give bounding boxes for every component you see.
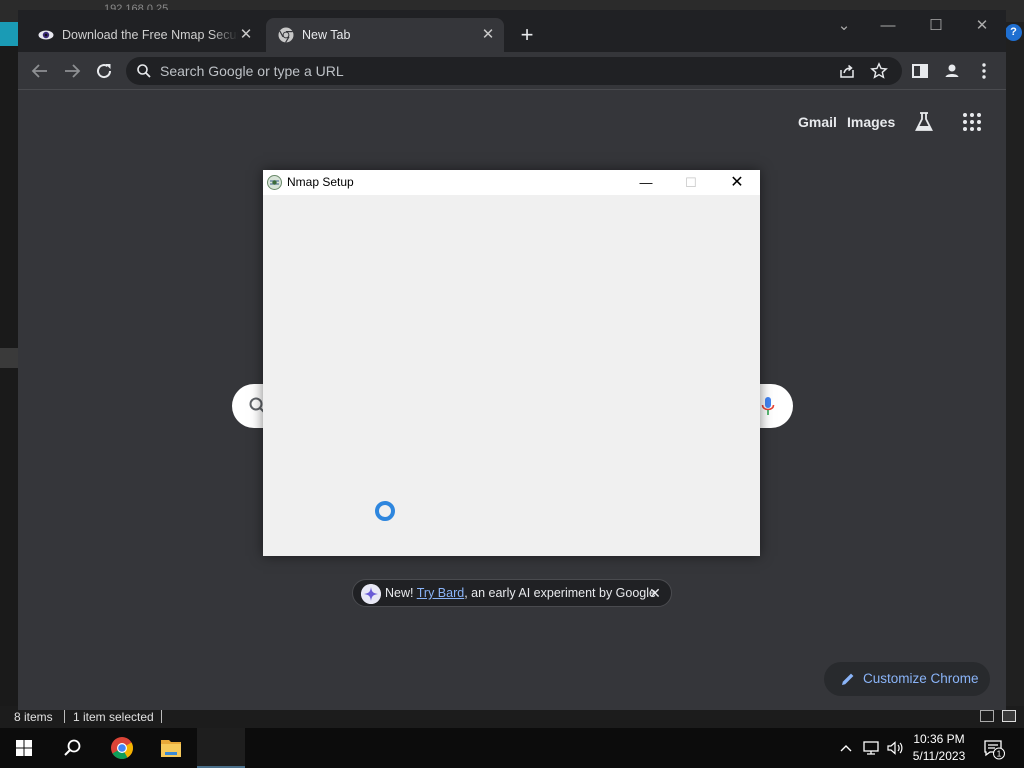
images-link[interactable]: Images bbox=[847, 114, 895, 130]
active-taskbar-app[interactable] bbox=[197, 728, 245, 768]
loading-spinner-icon bbox=[375, 501, 395, 521]
tiles-view-icon[interactable] bbox=[1002, 710, 1016, 722]
address-bar[interactable] bbox=[126, 57, 902, 85]
microphone-icon[interactable] bbox=[761, 395, 775, 417]
status-divider bbox=[161, 710, 162, 723]
help-icon[interactable]: ? bbox=[1005, 24, 1022, 41]
tab-title: Download the Free Nmap Security Scanner bbox=[62, 28, 238, 42]
close-window-button[interactable]: ✕ bbox=[962, 14, 1002, 38]
bard-suffix: , an early AI experiment by Google bbox=[464, 586, 656, 600]
tab-search-button[interactable]: ⌄ bbox=[824, 14, 864, 38]
tab-nmap-download[interactable]: Download the Free Nmap Security Scanner … bbox=[26, 18, 262, 52]
customize-chrome-label: Customize Chrome bbox=[863, 671, 979, 686]
chrome-taskbar-icon[interactable] bbox=[98, 728, 146, 768]
notification-center-icon[interactable]: 1 bbox=[982, 738, 1006, 760]
dialog-close-button[interactable]: ✕ bbox=[714, 170, 760, 195]
bookmark-star-icon[interactable] bbox=[870, 62, 888, 80]
dialog-maximize-button: ☐ bbox=[685, 175, 697, 190]
bard-promo-chip: New! Try Bard, an early AI experiment by… bbox=[352, 579, 672, 607]
tab-close-icon[interactable]: ✕ bbox=[480, 27, 496, 43]
pencil-icon bbox=[842, 673, 854, 685]
explorer-nav-pane[interactable] bbox=[0, 22, 18, 728]
customize-chrome-button[interactable]: Customize Chrome bbox=[824, 662, 990, 696]
volume-icon[interactable] bbox=[886, 740, 904, 756]
reload-icon[interactable] bbox=[92, 59, 116, 83]
explorer-nav-item[interactable] bbox=[0, 348, 18, 368]
status-divider bbox=[64, 710, 65, 723]
clock-time[interactable]: 10:36 PM bbox=[910, 732, 968, 746]
kebab-menu-icon[interactable] bbox=[972, 59, 996, 83]
profile-icon[interactable] bbox=[940, 59, 964, 83]
browser-toolbar bbox=[18, 52, 1006, 90]
side-panel-icon[interactable] bbox=[908, 59, 932, 83]
labs-flask-icon[interactable] bbox=[912, 110, 936, 134]
clock-date[interactable]: 5/11/2023 bbox=[910, 749, 968, 763]
nmap-eye-icon bbox=[38, 30, 54, 40]
chevron-up-icon[interactable] bbox=[838, 740, 854, 756]
bard-sparkle-icon bbox=[361, 584, 381, 604]
file-explorer-taskbar-icon[interactable] bbox=[147, 728, 195, 768]
bard-prefix: New! bbox=[385, 586, 417, 600]
tab-new-tab[interactable]: New Tab ✕ bbox=[266, 18, 504, 52]
status-selection: 1 item selected bbox=[73, 710, 154, 724]
forward-arrow-icon[interactable] bbox=[60, 59, 84, 83]
maximize-button[interactable]: ☐ bbox=[916, 14, 956, 38]
back-arrow-icon[interactable] bbox=[28, 59, 52, 83]
taskbar-search-icon[interactable] bbox=[48, 728, 96, 768]
tab-title: New Tab bbox=[302, 28, 351, 42]
status-item-count: 8 items bbox=[14, 710, 53, 724]
address-input[interactable] bbox=[160, 57, 800, 85]
tab-strip: Download the Free Nmap Security Scanner … bbox=[18, 10, 1006, 52]
chrome-logo-icon bbox=[278, 27, 294, 43]
notification-count: 1 bbox=[997, 749, 1002, 759]
bard-promo-text: New! Try Bard, an early AI experiment by… bbox=[385, 586, 656, 600]
try-bard-link[interactable]: Try Bard bbox=[417, 586, 464, 600]
dialog-titlebar[interactable]: Nmap Setup — ☐ ✕ bbox=[263, 170, 760, 195]
windows-taskbar: 10:36 PM 5/11/2023 1 bbox=[0, 728, 1024, 768]
minimize-button[interactable]: — bbox=[868, 14, 908, 38]
share-icon[interactable] bbox=[838, 62, 856, 80]
search-icon bbox=[137, 64, 151, 78]
google-apps-icon[interactable] bbox=[960, 110, 984, 134]
nmap-setup-dialog: Nmap Setup — ☐ ✕ bbox=[263, 170, 760, 556]
details-view-icon[interactable] bbox=[980, 710, 994, 722]
gmail-link[interactable]: Gmail bbox=[798, 114, 837, 130]
windows-start-icon[interactable] bbox=[0, 728, 48, 768]
dialog-minimize-button[interactable]: — bbox=[623, 170, 669, 195]
tab-close-icon[interactable]: ✕ bbox=[238, 27, 254, 43]
close-icon[interactable]: ✕ bbox=[647, 585, 663, 601]
explorer-nav-selected[interactable] bbox=[0, 22, 18, 46]
nmap-installer-icon bbox=[267, 175, 282, 190]
network-icon[interactable] bbox=[862, 740, 880, 756]
new-tab-button[interactable]: + bbox=[516, 24, 538, 46]
dialog-title: Nmap Setup bbox=[287, 175, 354, 189]
